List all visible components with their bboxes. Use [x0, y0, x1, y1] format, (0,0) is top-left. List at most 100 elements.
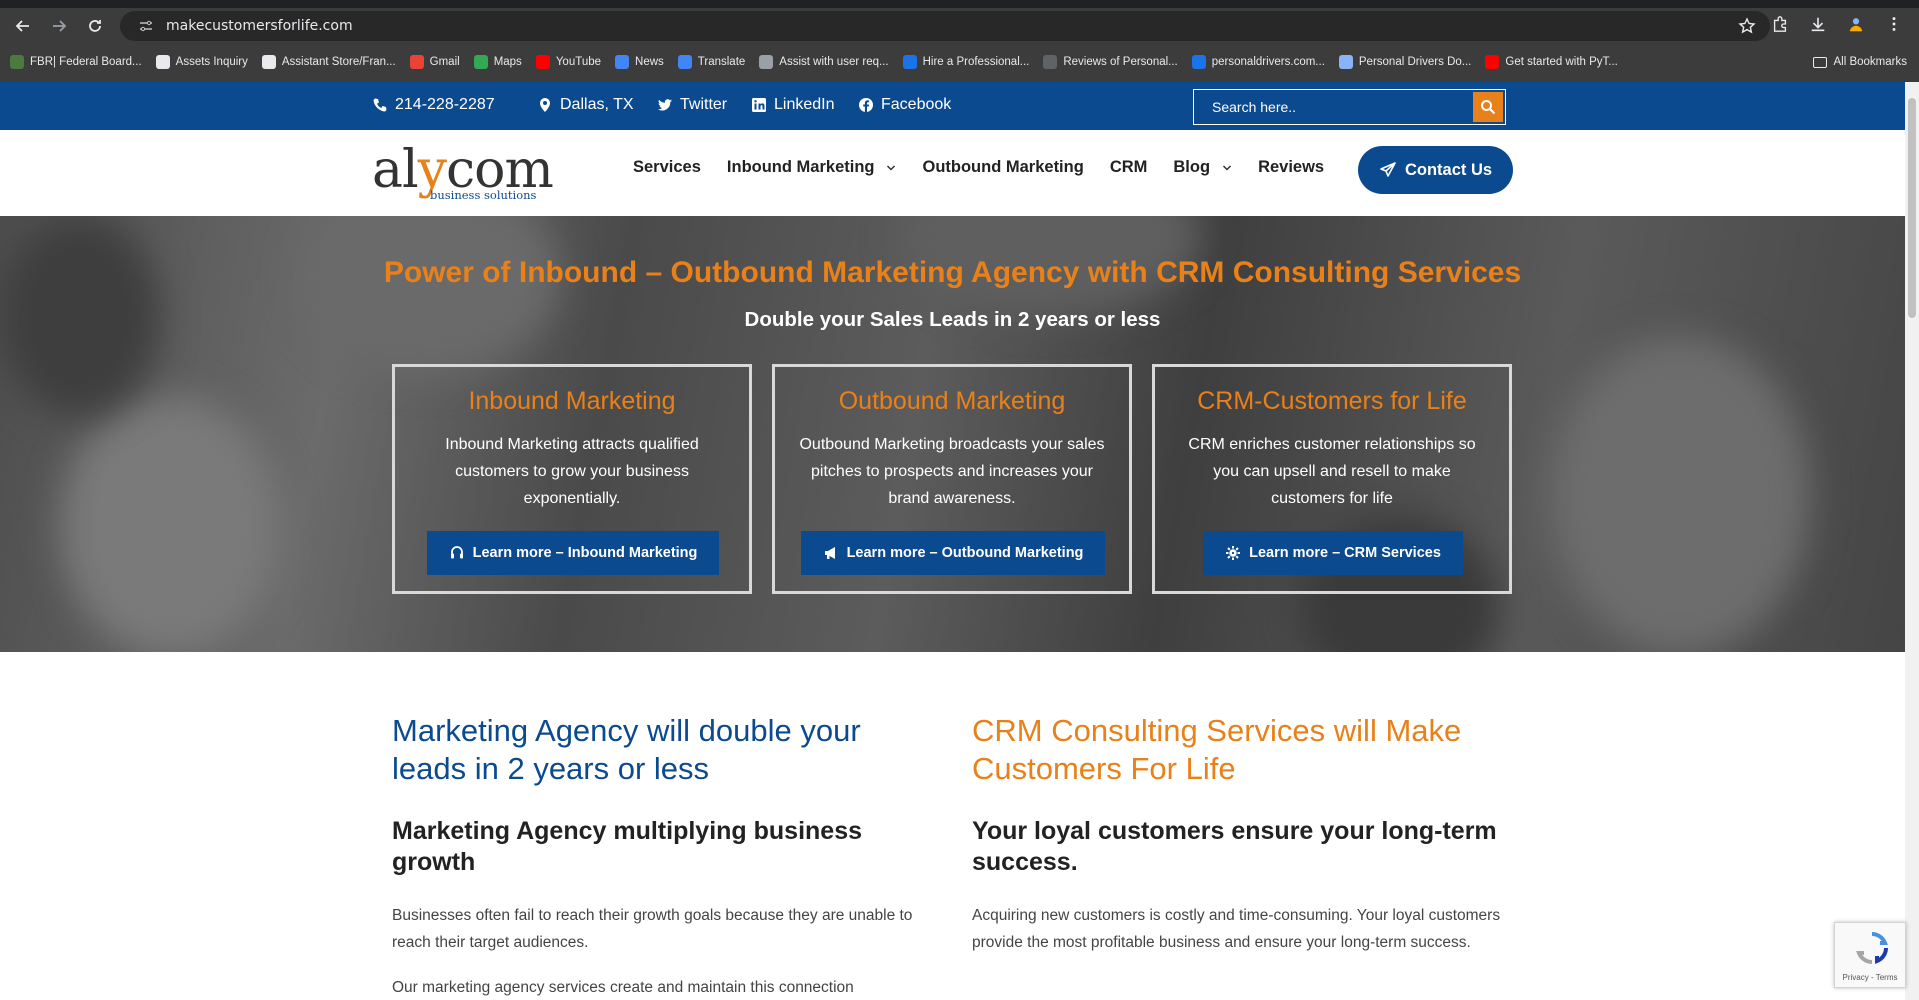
site-settings-icon[interactable]	[138, 18, 154, 34]
contact-us-label: Contact Us	[1404, 160, 1493, 179]
cloud-icon	[1338, 55, 1353, 69]
card-title: Outbound Marketing	[838, 387, 1066, 415]
bookmark-favicon-icon	[155, 55, 170, 69]
nav-outbound-marketing[interactable]: Outbound Marketing	[922, 158, 1083, 177]
main-nav: Services Inbound Marketing Outbound Mark…	[633, 158, 1350, 177]
bookmark-star-icon[interactable]	[1738, 17, 1756, 35]
bookmark-item[interactable]: Reviews of Personal...	[1043, 55, 1178, 69]
nav-blog[interactable]: Blog	[1173, 158, 1232, 177]
bookmark-item[interactable]: Assistant Store/Fran...	[261, 55, 396, 69]
address-bar[interactable]: makecustomersforlife.com	[120, 11, 1770, 41]
browser-menu-icon[interactable]	[1883, 13, 1905, 35]
search-input[interactable]	[1194, 99, 1474, 115]
download-icon[interactable]	[1807, 13, 1829, 35]
recaptcha-icon	[1856, 932, 1888, 964]
outbound-marketing-card: Outbound Marketing Outbound Marketing br…	[772, 364, 1132, 594]
bookmark-item[interactable]: Personal Drivers Do...	[1338, 55, 1471, 69]
location-link[interactable]: Dallas, TX	[537, 96, 634, 114]
bookmark-label: Maps	[493, 56, 522, 68]
section-subheading: Marketing Agency multiplying business gr…	[392, 817, 862, 876]
bookmark-favicon-icon	[1043, 55, 1058, 69]
extensions-icon[interactable]	[1769, 13, 1791, 35]
card-text: CRM enriches customer relationships so y…	[1188, 436, 1476, 507]
bookmark-item[interactable]: FBR| Federal Board...	[10, 55, 142, 69]
scrollbar-thumb[interactable]	[1908, 98, 1916, 318]
paragraph: Our marketing agency services create and…	[392, 979, 854, 996]
linkedin-link[interactable]: LinkedIn	[751, 96, 835, 114]
facebook-link[interactable]: Facebook	[858, 96, 951, 114]
top-info-bar: 214-228-2287 Dallas, TX Twitter LinkedIn…	[0, 82, 1905, 130]
bookmark-item[interactable]: Assist with user req...	[759, 55, 889, 69]
card-title: Inbound Marketing	[468, 387, 676, 415]
twitter-link[interactable]: Twitter	[657, 96, 727, 114]
hero-section: Power of Inbound – Outbound Marketing Ag…	[0, 216, 1905, 652]
nav-label: Inbound Marketing	[726, 158, 875, 176]
page-scrollbar[interactable]	[1905, 82, 1919, 1000]
learn-more-inbound-button[interactable]: Learn more – Inbound Marketing	[427, 531, 719, 575]
nav-inbound-marketing[interactable]: Inbound Marketing	[727, 158, 897, 177]
facebook-label: Facebook	[881, 96, 952, 113]
bookmark-label: Gmail	[429, 56, 460, 68]
contact-us-button[interactable]: Contact Us	[1358, 146, 1513, 194]
linkedin-label: LinkedIn	[774, 96, 835, 113]
bookmark-item[interactable]: Assets Inquiry	[155, 55, 248, 69]
paper-plane-icon	[1380, 162, 1396, 177]
hero-background-shape	[60, 396, 280, 652]
profile-avatar-icon[interactable]	[1845, 13, 1867, 35]
learn-more-crm-button[interactable]: Learn more – CRM Services	[1203, 531, 1463, 575]
card-title: CRM-Customers for Life	[1197, 387, 1467, 415]
site-header: alycom business solutions Services Inbou…	[0, 130, 1905, 216]
bookmark-favicon-icon	[759, 55, 774, 69]
bookmark-label: Assets Inquiry	[175, 56, 248, 68]
back-icon[interactable]	[10, 13, 36, 39]
youtube-icon	[1485, 55, 1500, 69]
section-heading: Marketing Agency will double your leads …	[392, 713, 861, 786]
translate-icon	[677, 55, 692, 69]
bookmarks-bar: FBR| Federal Board... Assets Inquiry Ass…	[0, 50, 1919, 74]
chevron-down-icon	[1223, 164, 1232, 171]
linkedin-icon	[751, 97, 767, 113]
bookmark-item[interactable]: YouTube	[535, 55, 601, 69]
recaptcha-badge[interactable]: Privacy - Terms	[1834, 922, 1906, 988]
bookmark-label: Hire a Professional...	[922, 56, 1030, 68]
location-text: Dallas, TX	[560, 96, 634, 113]
all-bookmarks-label: All Bookmarks	[1833, 56, 1908, 68]
phone-link[interactable]: 214-228-2287	[372, 96, 495, 114]
bookmark-item[interactable]: Get started with PyT...	[1485, 55, 1618, 69]
hero-background-shape	[1550, 336, 1810, 652]
bookmark-item[interactable]: personaldrivers.com...	[1191, 55, 1325, 69]
bookmark-item[interactable]: News	[615, 55, 664, 69]
logo-tagline: business solutions	[430, 188, 537, 202]
nav-reviews[interactable]: Reviews	[1258, 158, 1324, 177]
bookmark-item[interactable]: Translate	[677, 55, 745, 69]
section-heading: CRM Consulting Services will Make Custom…	[972, 713, 1462, 786]
hero-title: Power of Inbound – Outbound Marketing Ag…	[383, 256, 1522, 289]
chevron-down-icon	[887, 164, 896, 171]
all-bookmarks[interactable]: All Bookmarks	[1812, 50, 1908, 74]
bookmark-item[interactable]: Maps	[473, 55, 522, 69]
alycom-logo[interactable]: alycom business solutions	[372, 140, 554, 204]
headset-icon	[450, 546, 463, 559]
bookmark-item[interactable]: Hire a Professional...	[902, 55, 1030, 69]
bookmark-favicon-icon	[902, 55, 917, 69]
bookmark-label: Assistant Store/Fran...	[281, 56, 396, 68]
nav-label: Outbound Marketing	[922, 158, 1084, 176]
nav-label: Reviews	[1258, 158, 1325, 176]
learn-more-outbound-button[interactable]: Learn more – Outbound Marketing	[801, 531, 1105, 575]
logo-part: al	[372, 140, 419, 200]
bookmark-item[interactable]: Gmail	[409, 55, 460, 69]
bookmark-label: Get started with PyT...	[1505, 56, 1618, 68]
nav-services[interactable]: Services	[633, 158, 701, 177]
twitter-icon	[657, 97, 673, 113]
site-search	[1193, 89, 1506, 125]
forward-icon[interactable]	[46, 13, 72, 39]
card-text: Outbound Marketing broadcasts your sales…	[799, 436, 1105, 507]
nav-label: Services	[633, 158, 701, 176]
folder-icon	[1812, 56, 1827, 68]
gear-icon	[1226, 546, 1241, 560]
reload-icon[interactable]	[82, 13, 108, 39]
nav-crm[interactable]: CRM	[1110, 158, 1148, 177]
recaptcha-links[interactable]: Privacy - Terms	[1835, 973, 1905, 982]
search-button[interactable]	[1473, 92, 1503, 122]
marketing-agency-column: Marketing Agency will double your leads …	[392, 712, 942, 1000]
